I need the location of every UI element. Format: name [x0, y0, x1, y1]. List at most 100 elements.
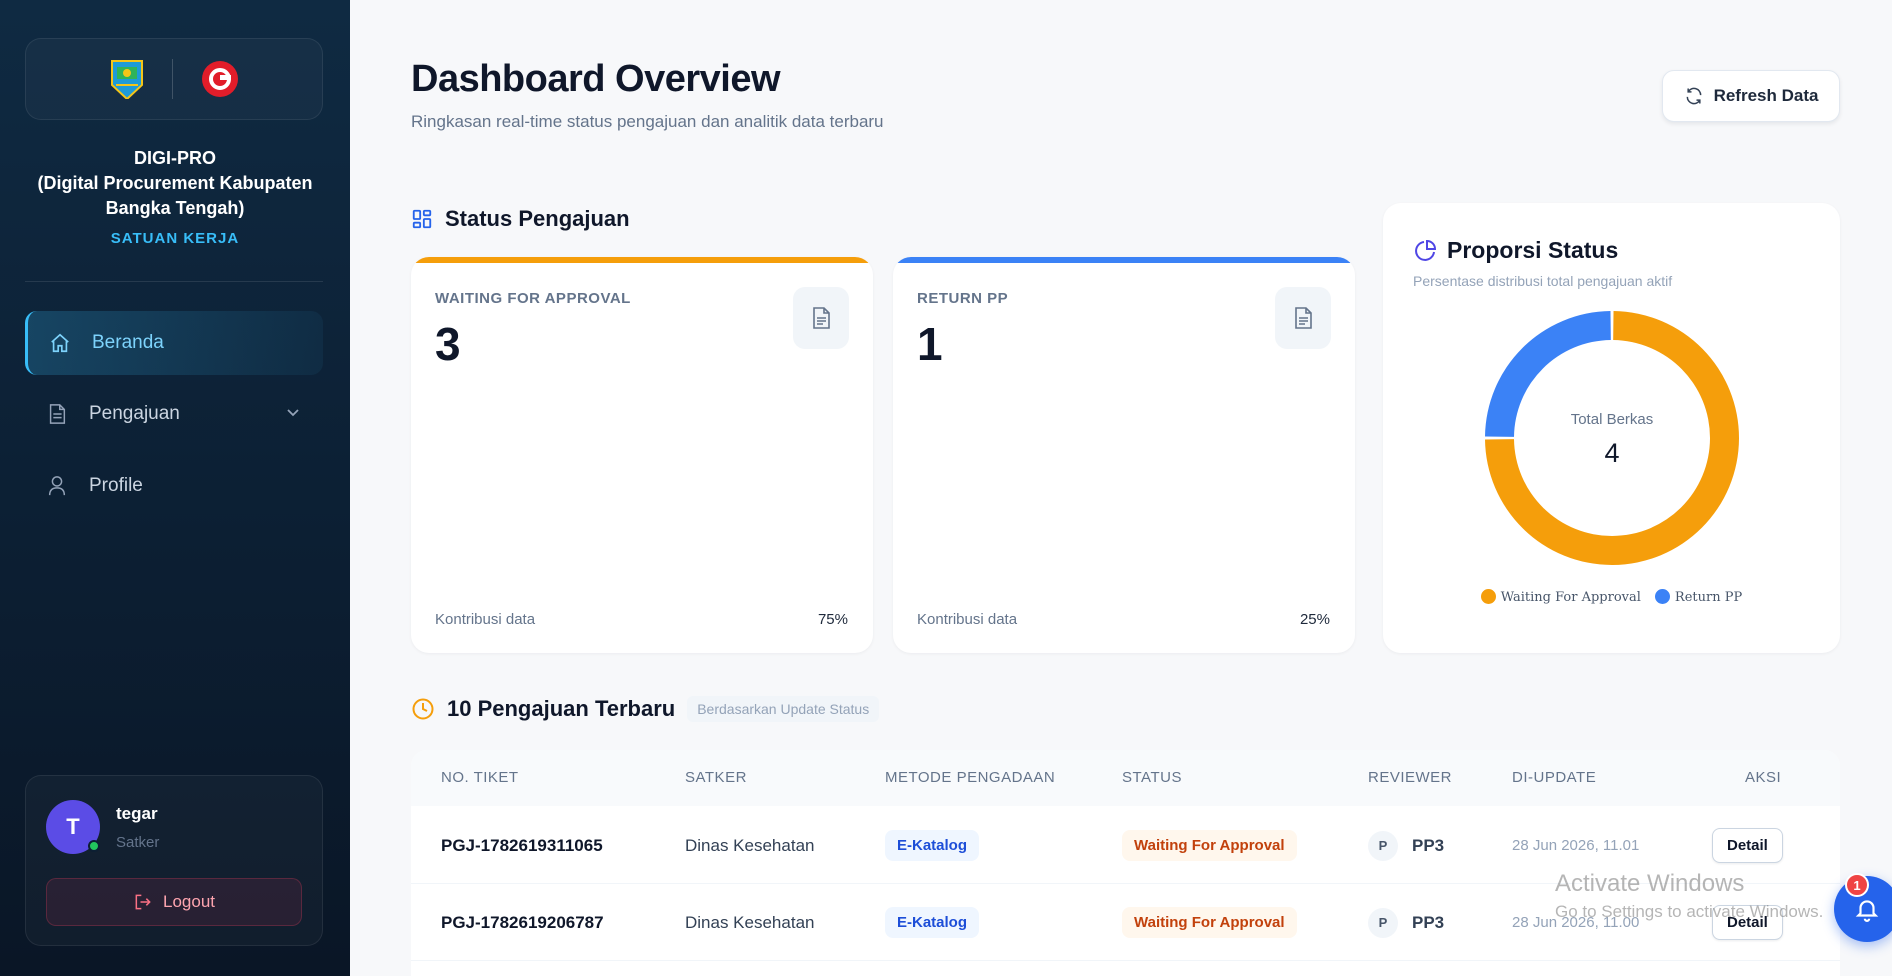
logo-box: [25, 38, 323, 120]
logout-label: Logout: [163, 892, 215, 911]
section-title: Status Pengajuan: [445, 206, 630, 231]
online-status-dot: [88, 840, 100, 852]
watermark-line1: Activate Windows: [1555, 870, 1745, 897]
refresh-data-button[interactable]: Refresh Data: [1662, 70, 1840, 122]
page-title: Dashboard Overview: [411, 58, 781, 100]
sidebar-item-label: Beranda: [92, 332, 164, 353]
grid-icon: [412, 209, 432, 229]
document-icon: [45, 402, 69, 426]
stat-accent-bar: [893, 257, 1355, 263]
column-header: REVIEWER: [1368, 769, 1453, 786]
reviewer-avatar: P: [1368, 830, 1398, 861]
user-name: tegar: [116, 804, 158, 823]
brand-line2: (Digital Procurement Kabupaten: [37, 173, 313, 193]
status-section-header: Status Pengajuan: [411, 206, 630, 232]
recent-section-header: 10 Pengajuan Terbaru Berdasarkan Update …: [411, 696, 880, 722]
sidebar-item-label: Pengajuan: [89, 403, 180, 424]
logo-divider: [171, 59, 173, 99]
document-icon: [1275, 287, 1331, 349]
ukpbj-logo-icon: [201, 61, 238, 97]
proportion-card: Proporsi Status Persentase distribusi to…: [1383, 203, 1840, 653]
column-header: AKSI: [1745, 769, 1782, 786]
ticket-number: PGJ-1782619206787: [441, 912, 604, 932]
donut-center-value: 4: [1604, 438, 1619, 468]
method-cell: E-Katalog: [885, 807, 980, 884]
stat-label: WAITING FOR APPROVAL: [435, 290, 631, 307]
user-role: Satker: [116, 834, 160, 851]
logout-button[interactable]: Logout: [46, 878, 302, 926]
method-cell: E-Katalog: [885, 884, 980, 961]
recent-table: NO. TIKET SATKER METODE PENGADAAN STATUS…: [411, 750, 1840, 976]
column-header: STATUS: [1122, 769, 1182, 786]
status-badge: Waiting For Approval: [1122, 830, 1297, 861]
stat-percentage: 25%: [1299, 611, 1330, 628]
brand-line3: Bangka Tengah): [105, 198, 245, 218]
status-cell: Waiting For Approval: [1122, 884, 1297, 961]
stat-footnote: Kontribusi data: [917, 611, 1018, 628]
avatar-initial: T: [66, 814, 80, 839]
sidebar-item-beranda[interactable]: Beranda: [25, 311, 323, 375]
legend-swatch: [1654, 589, 1670, 604]
sidebar-divider: [25, 281, 323, 282]
page-subtitle: Ringkasan real-time status pengajuan dan…: [411, 112, 884, 131]
reviewer-avatar: P: [1368, 907, 1398, 938]
stat-footnote: Kontribusi data: [435, 611, 536, 628]
clock-icon: [412, 698, 434, 720]
donut-chart: Total Berkas 4: [1485, 311, 1739, 565]
stat-accent-bar: [411, 257, 873, 263]
stat-card-return[interactable]: RETURN PP 1 Kontribusi data 25%: [893, 257, 1355, 653]
sidebar: DIGI-PRO (Digital Procurement Kabupaten …: [0, 0, 350, 976]
reviewer-cell: P PP3: [1368, 884, 1444, 961]
sort-badge: Berdasarkan Update Status: [687, 696, 880, 722]
status-cell: Waiting For Approval: [1122, 807, 1297, 884]
table-header: NO. TIKET SATKER METODE PENGADAAN STATUS…: [411, 750, 1840, 806]
logout-icon: [135, 894, 151, 910]
user-icon: [45, 474, 69, 498]
stat-label: RETURN PP: [917, 290, 1009, 307]
avatar: T: [46, 800, 100, 854]
ticket-number: PGJ-1782619311065: [441, 835, 603, 855]
document-icon: [793, 287, 849, 349]
home-icon: [48, 331, 72, 355]
refresh-label: Refresh Data: [1713, 86, 1819, 105]
column-header: NO. TIKET: [441, 769, 519, 786]
column-header: METODE PENGADAAN: [885, 769, 1056, 786]
sidebar-item-pengajuan[interactable]: Pengajuan: [25, 382, 323, 446]
reviewer-cell: P PP3: [1368, 807, 1444, 884]
reviewer-name: PP3: [1412, 835, 1445, 855]
method-badge: E-Katalog: [885, 907, 980, 938]
sidebar-item-profile[interactable]: Profile: [25, 454, 323, 518]
method-badge: E-Katalog: [885, 830, 980, 861]
legend-item[interactable]: Return PP: [1654, 589, 1743, 605]
stat-card-waiting[interactable]: WAITING FOR APPROVAL 3 Kontribusi data 7…: [411, 257, 873, 653]
reviewer-name: PP3: [1412, 912, 1445, 932]
legend-label: Waiting For Approval: [1500, 590, 1641, 605]
stat-value: 3: [435, 318, 461, 370]
donut-center-label: Total Berkas: [1571, 411, 1654, 428]
bangka-tengah-emblem-icon: [110, 60, 143, 99]
legend-label: Return PP: [1674, 590, 1743, 605]
satker-name: Dinas Kesehatan: [685, 912, 815, 932]
satker-name: Dinas Kesehatan: [685, 835, 815, 855]
bell-icon: [1855, 900, 1879, 922]
section-title: 10 Pengajuan Terbaru: [447, 696, 676, 721]
column-header: SATKER: [685, 769, 747, 786]
windows-activation-watermark: Activate Windows Go to Settings to activ…: [1555, 870, 1823, 922]
watermark-line2: Go to Settings to activate Windows.: [1555, 902, 1824, 921]
stat-percentage: 75%: [817, 611, 848, 628]
legend-item[interactable]: Waiting For Approval: [1480, 589, 1641, 605]
brand-line1: DIGI-PRO: [133, 148, 216, 168]
role-label: SATUAN KERJA: [110, 230, 240, 247]
stat-value: 1: [917, 318, 943, 370]
sidebar-item-label: Profile: [89, 475, 143, 496]
chevron-down-icon[interactable]: [285, 404, 301, 426]
notification-count-badge: 1: [1845, 873, 1869, 897]
column-header: DI-UPDATE: [1512, 769, 1597, 786]
legend-swatch: [1480, 589, 1496, 604]
status-badge: Waiting For Approval: [1122, 907, 1297, 938]
chart-legend: Waiting For Approval Return PP: [1383, 589, 1840, 605]
brand-name: DIGI-PRO (Digital Procurement Kabupaten …: [0, 146, 350, 221]
user-card: T tegar Satker Logout: [25, 775, 323, 946]
detail-button[interactable]: Detail: [1712, 828, 1783, 863]
refresh-icon: [1686, 87, 1701, 105]
